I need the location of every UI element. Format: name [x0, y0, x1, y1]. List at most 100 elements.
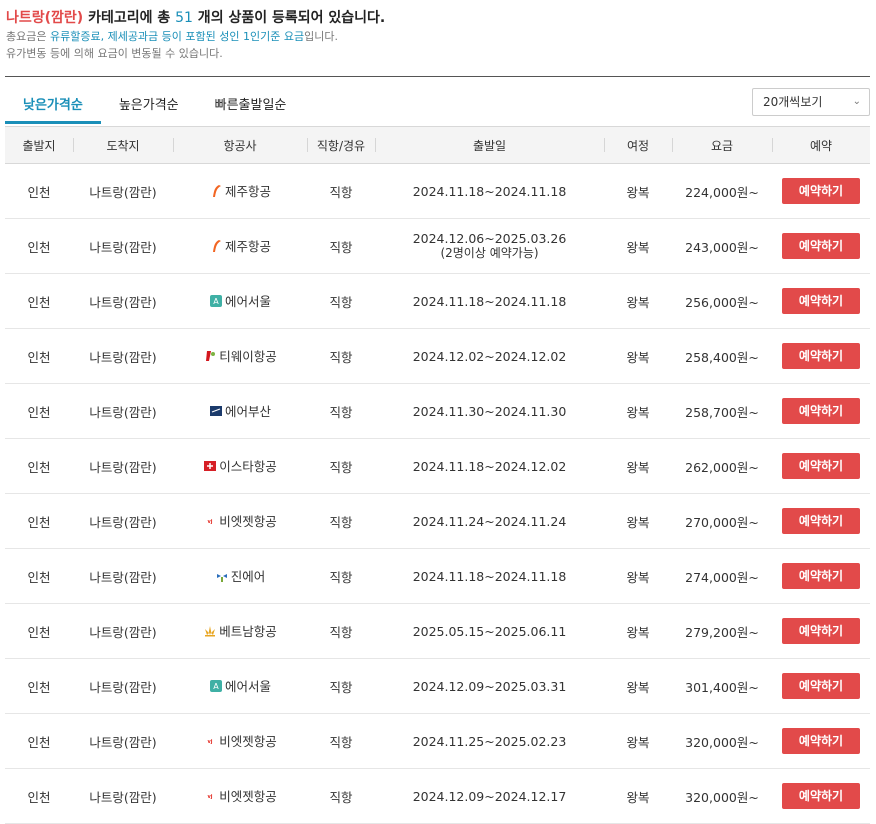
cell-from: 인천 [5, 273, 73, 329]
airline-name: 비엣젯항공 [219, 789, 277, 805]
svg-text:A: A [213, 682, 219, 691]
cell-reserve: 예약하기 [772, 218, 870, 274]
cell-reserve: 예약하기 [772, 713, 870, 769]
reserve-button[interactable]: 예약하기 [782, 178, 860, 204]
table-row: 인천 나트랑(깜란) 에어부산 직항 2024.11.30~2024.11.30 왕복 25… [5, 383, 870, 439]
reserve-button[interactable]: 예약하기 [782, 618, 860, 644]
vietjet-logo-icon: vj [203, 789, 217, 803]
count-text-before: 카테고리에 총 [83, 10, 176, 26]
cell-to: 나트랑(깜란) [73, 713, 173, 769]
header-trip: 여정 [604, 126, 672, 164]
cell-price: 320,000원~ [672, 713, 772, 769]
cell-from: 인천 [5, 548, 73, 604]
cell-price: 274,000원~ [672, 548, 772, 604]
cell-price: 301,400원~ [672, 658, 772, 714]
eastar-logo-icon [203, 459, 217, 473]
airline-wrap: 제주항공 [209, 181, 271, 200]
cell-airline: vj 비엣젯항공 [173, 768, 307, 824]
jeju-air-logo-icon [209, 184, 223, 198]
cell-route: 직항 [307, 493, 375, 549]
sort-tabs: 낮은가격순 높은가격순 빠른출발일순 [5, 88, 304, 126]
header-dates: 출발일 [375, 126, 604, 164]
cell-to: 나트랑(깜란) [73, 273, 173, 329]
cell-route: 직항 [307, 603, 375, 659]
cell-reserve: 예약하기 [772, 163, 870, 219]
cell-reserve: 예약하기 [772, 658, 870, 714]
result-count-line: 나트랑(깜란) 카테고리에 총 51 개의 상품이 등록되어 있습니다. [6, 8, 870, 28]
price-note-prefix: 총요금은 [6, 30, 50, 43]
cell-airline: 에어부산 [173, 383, 307, 439]
airline-wrap: A 에어서울 [209, 291, 271, 310]
airline-wrap: 베트남항공 [203, 621, 277, 640]
cell-from: 인천 [5, 383, 73, 439]
reserve-button[interactable]: 예약하기 [782, 783, 860, 809]
airline-wrap: A 에어서울 [209, 676, 271, 695]
cell-airline: A 에어서울 [173, 658, 307, 714]
date-range: 2024.12.09~2024.12.17 [412, 788, 567, 804]
cell-route: 직항 [307, 548, 375, 604]
cell-route: 직항 [307, 658, 375, 714]
cell-airline: 제주항공 [173, 218, 307, 274]
cell-dates: 2024.11.18~2024.11.18 [375, 163, 604, 219]
airline-name: 이스타항공 [219, 459, 277, 475]
cell-trip: 왕복 [604, 163, 672, 219]
divider [5, 76, 870, 77]
cell-reserve: 예약하기 [772, 493, 870, 549]
tab-fast-departure[interactable]: 빠른출발일순 [197, 88, 305, 124]
tab-low-price[interactable]: 낮은가격순 [5, 88, 101, 124]
airline-name: 베트남항공 [219, 624, 277, 640]
cell-price: 258,400원~ [672, 328, 772, 384]
cell-to: 나트랑(깜란) [73, 603, 173, 659]
cell-airline: 진에어 [173, 548, 307, 604]
vietjet-logo-icon: vj [203, 514, 217, 528]
cell-dates: 2024.11.30~2024.11.30 [375, 383, 604, 439]
cell-trip: 왕복 [604, 218, 672, 274]
vietnam-airlines-logo-icon [203, 624, 217, 638]
cell-to: 나트랑(깜란) [73, 328, 173, 384]
cell-from: 인천 [5, 493, 73, 549]
table-row: 인천 나트랑(깜란) A 에어서울 직항 2024.12.09~2025.03.31 왕복 3… [5, 658, 870, 714]
cell-trip: 왕복 [604, 273, 672, 329]
tab-high-price[interactable]: 높은가격순 [101, 88, 197, 124]
airline-wrap: vj 비엣젯항공 [203, 731, 277, 750]
reserve-button[interactable]: 예약하기 [782, 233, 860, 259]
header-price: 요금 [672, 126, 772, 164]
cell-airline: 베트남항공 [173, 603, 307, 659]
per-page-value: 20개씩보기 [763, 95, 823, 109]
reserve-button[interactable]: 예약하기 [782, 508, 860, 534]
price-note-highlight: 유류할증료, 제세공과금 등이 포함된 성인 1인기준 요금 [49, 30, 305, 43]
jin-air-logo-icon [215, 569, 229, 583]
airline-wrap: 이스타항공 [203, 456, 277, 475]
cell-reserve: 예약하기 [772, 328, 870, 384]
reserve-button[interactable]: 예약하기 [782, 453, 860, 479]
table-row: 인천 나트랑(깜란) 티웨이항공 직항 2024.12.02~2024.12.02 왕복 2… [5, 328, 870, 384]
svg-text:vj: vj [208, 739, 213, 745]
reserve-button[interactable]: 예약하기 [782, 398, 860, 424]
price-note: 총요금은 유류할증료, 제세공과금 등이 포함된 성인 1인기준 요금입니다. [6, 28, 870, 45]
reserve-button[interactable]: 예약하기 [782, 343, 860, 369]
chevron-down-icon: ⌄ [852, 96, 861, 107]
cell-dates: 2024.11.24~2024.11.24 [375, 493, 604, 549]
count-text-after: 개의 상품이 등록되어 있습니다. [192, 10, 386, 26]
cell-dates: 2024.11.18~2024.12.02 [375, 438, 604, 494]
table-row: 인천 나트랑(깜란) 제주항공 직항 2024.12.06~2025.03.26 (2명이… [5, 218, 870, 274]
cell-price: 320,000원~ [672, 768, 772, 824]
reserve-button[interactable]: 예약하기 [782, 673, 860, 699]
reserve-button[interactable]: 예약하기 [782, 288, 860, 314]
cell-to: 나트랑(깜란) [73, 768, 173, 824]
cell-reserve: 예약하기 [772, 383, 870, 439]
reserve-button[interactable]: 예약하기 [782, 563, 860, 589]
cell-to: 나트랑(깜란) [73, 218, 173, 274]
cell-to: 나트랑(깜란) [73, 548, 173, 604]
cell-trip: 왕복 [604, 713, 672, 769]
table-row: 인천 나트랑(깜란) 이스타항공 직항 2024.11.18~2024.12.02 왕복 2… [5, 438, 870, 494]
cell-dates: 2024.12.09~2025.03.31 [375, 658, 604, 714]
per-page-select[interactable]: 20개씩보기 ⌄ [752, 88, 870, 116]
airline-wrap: vj 비엣젯항공 [203, 786, 277, 805]
category-name: 나트랑(깜란) [6, 10, 84, 26]
cell-reserve: 예약하기 [772, 548, 870, 604]
svg-text:A: A [213, 297, 219, 306]
reserve-button[interactable]: 예약하기 [782, 728, 860, 754]
cell-to: 나트랑(깜란) [73, 438, 173, 494]
cell-trip: 왕복 [604, 493, 672, 549]
